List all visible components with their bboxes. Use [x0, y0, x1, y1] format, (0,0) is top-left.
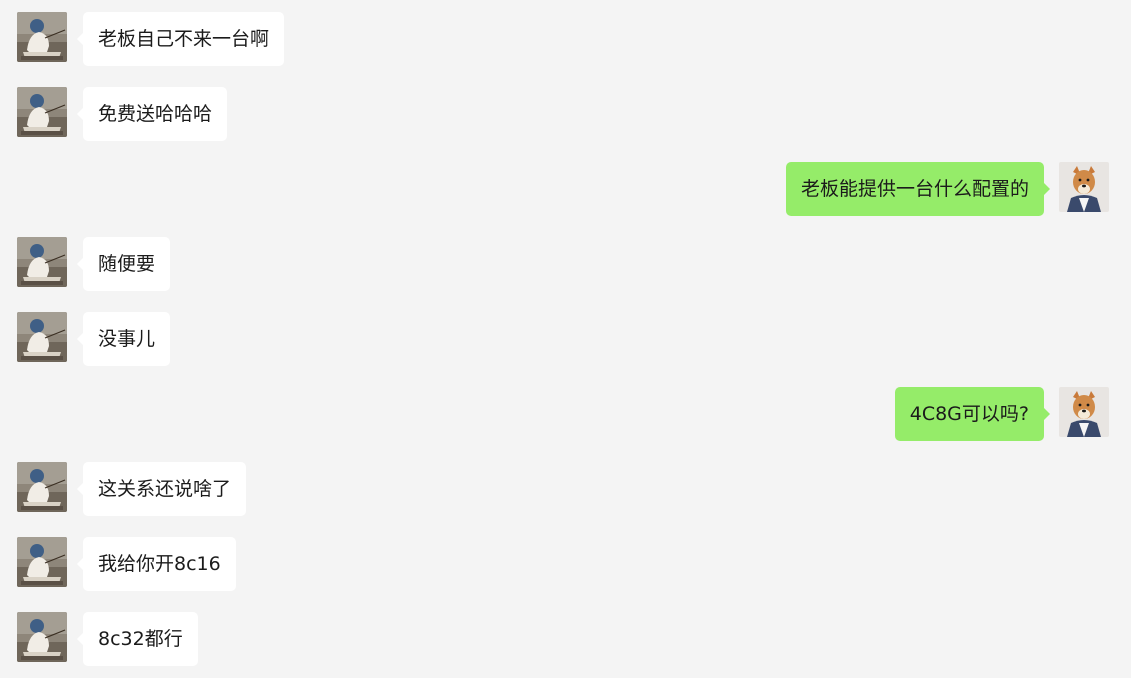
chat-message-list: 老板自己不来一台啊 免费送哈哈哈 老板能提供一台什么配置的 随便要 没事儿 4C… [0, 0, 1131, 678]
contact-avatar[interactable] [17, 87, 67, 137]
contact-avatar[interactable] [17, 462, 67, 512]
contact-avatar[interactable] [17, 312, 67, 362]
message-bubble[interactable]: 没事儿 [76, 312, 171, 366]
message-row-outgoing: 4C8G可以吗? [0, 387, 1131, 441]
message-bubble[interactable]: 我给你开8c16 [77, 537, 236, 591]
self-avatar[interactable] [1059, 162, 1109, 212]
contact-avatar[interactable] [17, 237, 67, 287]
message-bubble[interactable]: 8c32都行 [77, 612, 198, 666]
message-row-incoming: 这关系还说啥了 [0, 462, 1131, 516]
contact-avatar[interactable] [17, 537, 67, 587]
message-row-incoming: 随便要 [0, 237, 1131, 291]
message-row-incoming: 没事儿 [0, 312, 1131, 366]
message-row-incoming: 老板自己不来一台啊 [0, 12, 1131, 66]
message-row-incoming: 我给你开8c16 [0, 537, 1131, 591]
contact-avatar[interactable] [17, 12, 67, 62]
message-bubble[interactable]: 老板自己不来一台啊 [76, 12, 285, 66]
self-avatar[interactable] [1059, 387, 1109, 437]
message-bubble[interactable]: 免费送哈哈哈 [76, 87, 228, 141]
contact-avatar[interactable] [17, 612, 67, 662]
message-row-outgoing: 老板能提供一台什么配置的 [0, 162, 1131, 216]
message-bubble[interactable]: 老板能提供一台什么配置的 [785, 162, 1051, 216]
message-bubble[interactable]: 随便要 [76, 237, 171, 291]
message-row-incoming: 免费送哈哈哈 [0, 87, 1131, 141]
message-row-incoming: 8c32都行 [0, 612, 1131, 666]
message-bubble[interactable]: 4C8G可以吗? [894, 387, 1051, 441]
message-bubble[interactable]: 这关系还说啥了 [76, 462, 247, 516]
